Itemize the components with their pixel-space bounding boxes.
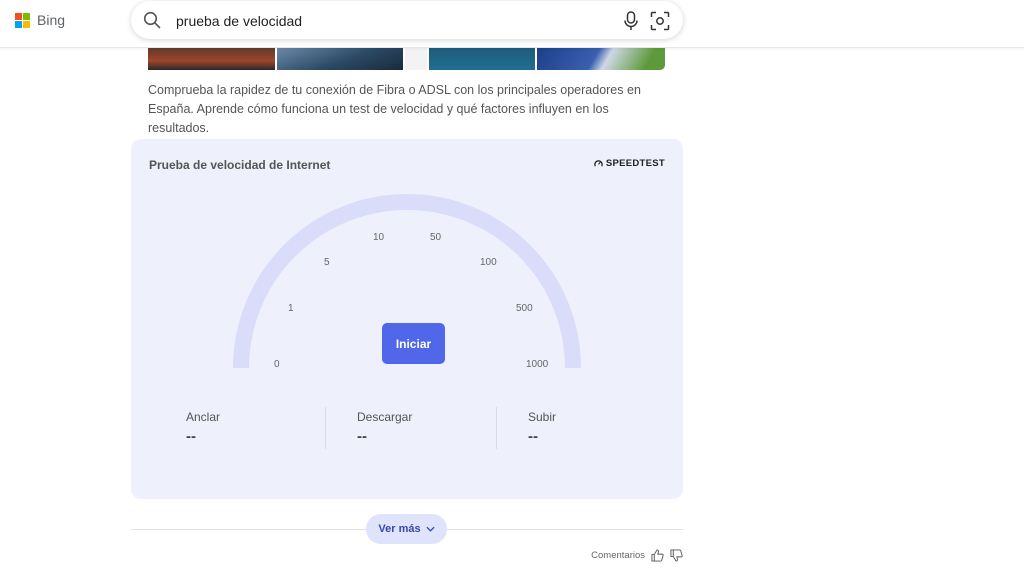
see-more-button[interactable]: Ver más: [366, 514, 447, 544]
speedometer-icon: [594, 160, 603, 167]
bing-logo[interactable]: Bing: [15, 12, 65, 28]
gauge-tick: 10: [373, 232, 385, 243]
chevron-down-icon: [426, 526, 435, 532]
metric-value: --: [357, 428, 367, 445]
speedtest-brand[interactable]: SPEEDTEST: [594, 158, 665, 169]
thumbnail-image[interactable]: [277, 47, 404, 70]
gauge-tick: 100: [480, 257, 497, 268]
result-description: Comprueba la rapidez de tu conexión de F…: [148, 83, 641, 135]
thumbnail-image[interactable]: [148, 47, 275, 70]
metric-label: Subir: [528, 410, 557, 424]
metric-upload: Subir --: [528, 410, 556, 445]
thumbs-up-icon[interactable]: [651, 549, 664, 562]
start-test-button[interactable]: Iniciar: [382, 323, 445, 364]
see-more-label: Ver más: [378, 523, 421, 535]
metric-label: Anclar: [186, 410, 221, 424]
gauge-tick: 0: [274, 359, 280, 370]
thumbnail-image[interactable]: [405, 47, 427, 70]
microphone-icon[interactable]: [622, 11, 640, 31]
metric-divider: [496, 407, 497, 449]
gauge-tick: 5: [324, 257, 330, 268]
search-input[interactable]: [174, 9, 598, 33]
result-image-strip[interactable]: [148, 47, 666, 70]
thumbs-down-icon[interactable]: [670, 549, 683, 562]
metric-ping: Anclar --: [186, 410, 220, 445]
speedtest-title: Prueba de velocidad de Internet: [149, 158, 331, 172]
search-box[interactable]: [131, 1, 683, 39]
metric-divider: [325, 407, 326, 449]
metric-download: Descargar --: [357, 410, 412, 445]
feedback-label: Comentarios: [591, 550, 645, 561]
microsoft-logo-icon: [15, 12, 30, 28]
gauge-tick: 500: [516, 303, 533, 314]
visual-search-icon[interactable]: [650, 11, 670, 31]
feedback-bar: Comentarios: [591, 549, 683, 562]
brand-name: Bing: [37, 12, 66, 28]
gauge-tick: 1000: [526, 359, 549, 370]
gauge-tick: 50: [430, 232, 442, 243]
top-bar: Bing: [0, 0, 1024, 48]
search-icon[interactable]: [143, 11, 161, 29]
gauge-tick: 1: [288, 303, 294, 314]
thumbnail-image[interactable]: [428, 47, 536, 70]
metric-label: Descargar: [357, 410, 413, 424]
speedtest-card: Prueba de velocidad de Internet SPEEDTES…: [131, 139, 683, 499]
thumbnail-image[interactable]: [537, 47, 666, 70]
metric-value: --: [528, 428, 538, 445]
speedtest-brand-label: SPEEDTEST: [605, 158, 665, 169]
metric-value: --: [186, 428, 196, 445]
